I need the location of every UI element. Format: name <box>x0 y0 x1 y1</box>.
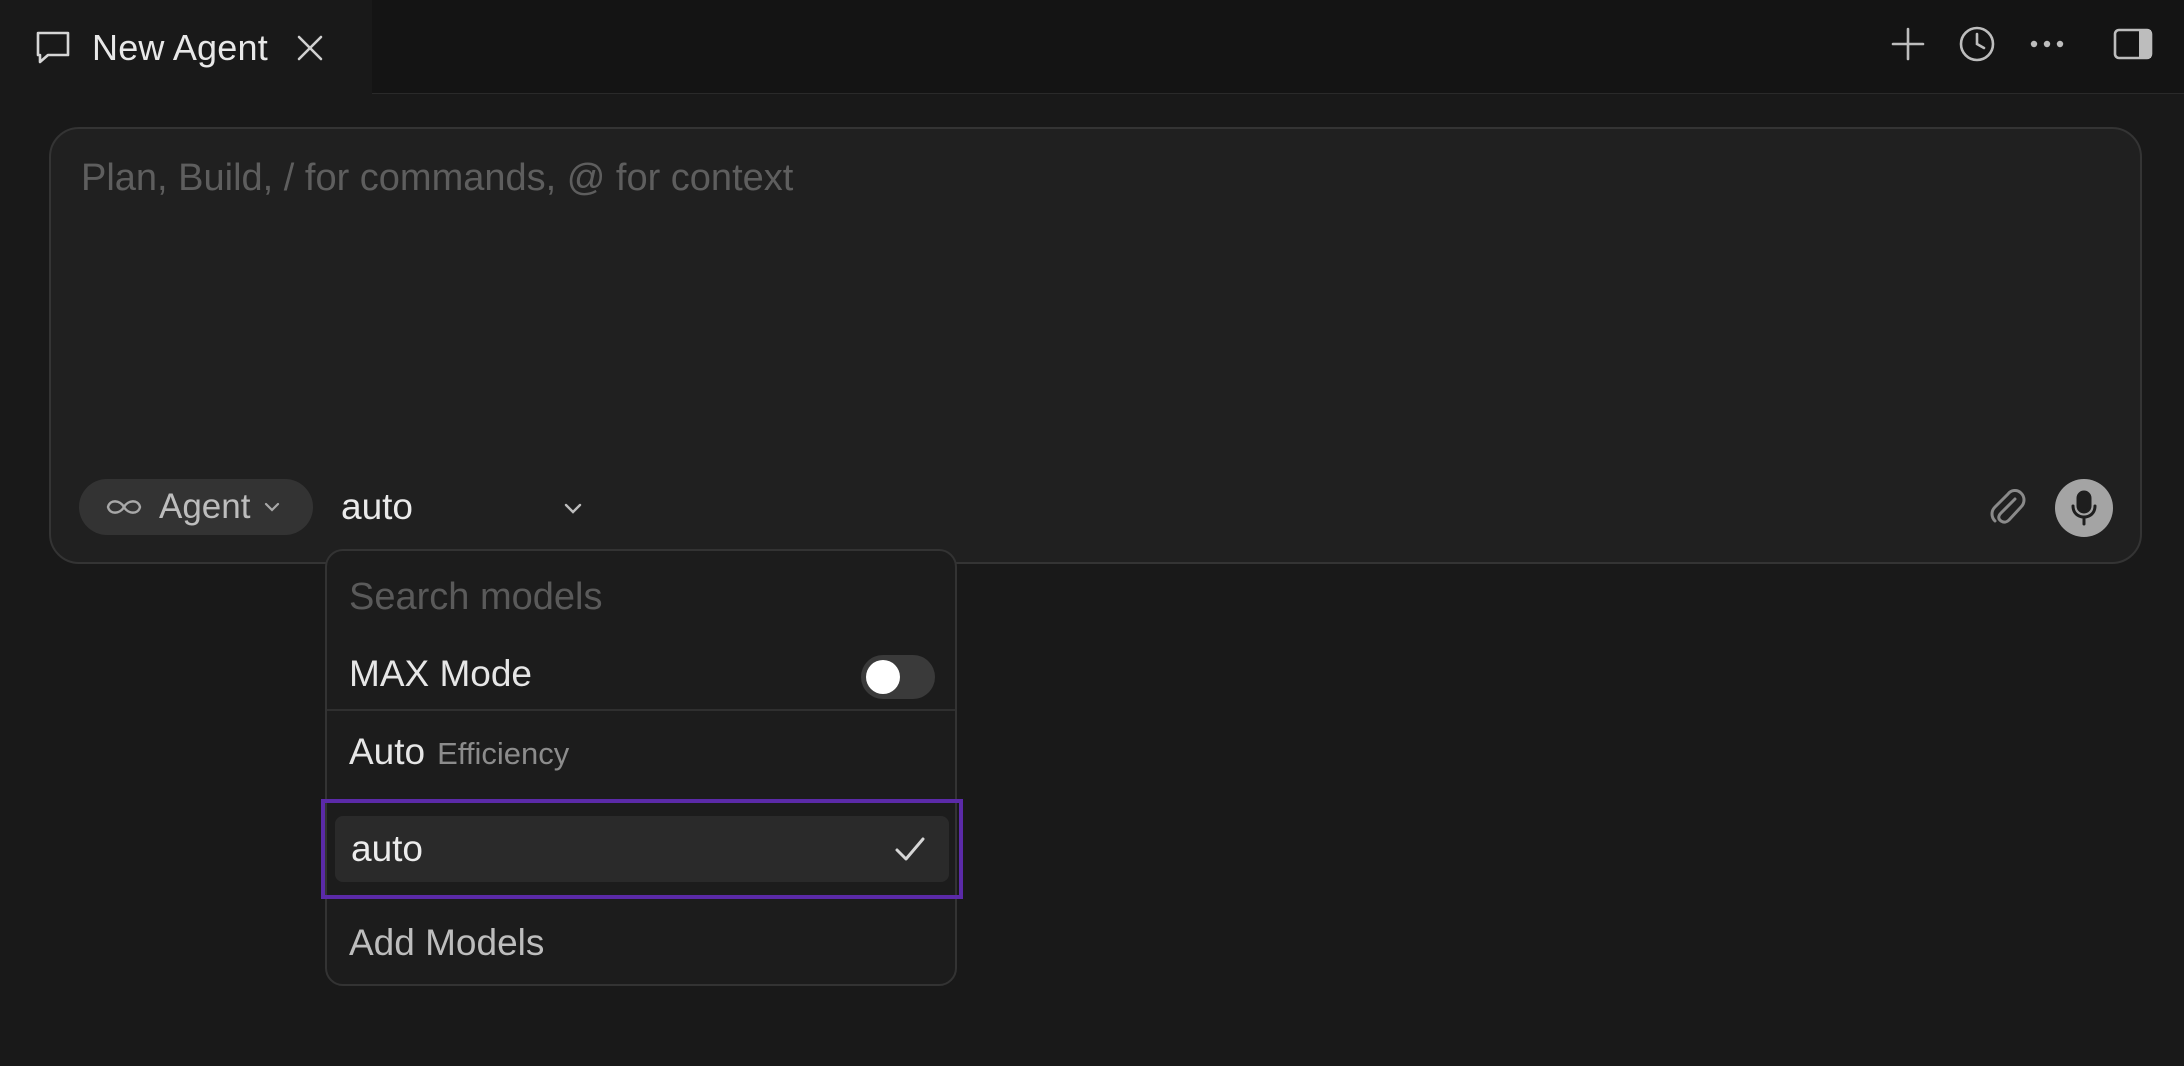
infinity-icon <box>103 495 145 519</box>
model-item-label: auto <box>351 828 424 869</box>
chat-bubble-icon <box>34 29 72 67</box>
microphone-icon <box>2069 490 2099 526</box>
composer: Agent auto <box>49 127 2142 564</box>
toggle-knob <box>866 660 900 694</box>
tab-title: New Agent <box>92 26 268 68</box>
section-subtitle: Efficiency <box>437 736 570 771</box>
sidebar-toggle-icon[interactable] <box>2113 24 2153 64</box>
history-icon[interactable] <box>1957 24 1997 64</box>
close-icon[interactable] <box>294 32 326 64</box>
chevron-down-icon <box>262 497 282 517</box>
max-mode-row: MAX Mode <box>327 641 955 707</box>
plus-icon[interactable] <box>1888 24 1928 64</box>
check-icon <box>893 834 927 864</box>
divider <box>327 709 955 711</box>
agent-mode-label: Agent <box>159 487 251 526</box>
chevron-down-icon <box>561 497 585 521</box>
prompt-input[interactable] <box>79 155 2109 435</box>
model-select-button[interactable]: auto <box>341 479 591 535</box>
auto-section-header: Auto Efficiency <box>349 731 569 787</box>
paperclip-icon[interactable] <box>1981 481 2033 533</box>
section-title: Auto <box>349 731 426 772</box>
add-models-button[interactable]: Add Models <box>349 915 544 971</box>
more-icon[interactable] <box>2027 24 2067 64</box>
microphone-button[interactable] <box>2055 479 2113 537</box>
tab-new-agent[interactable]: New Agent <box>0 0 372 95</box>
tab-bar: New Agent <box>0 0 2184 95</box>
agent-mode-button[interactable]: Agent <box>79 479 313 535</box>
model-select-label: auto <box>341 486 414 527</box>
model-item-auto[interactable]: auto <box>335 816 949 882</box>
model-dropdown: MAX Mode Auto Efficiency auto Add Models <box>321 549 963 986</box>
max-mode-label: MAX Mode <box>349 653 533 694</box>
search-models-input[interactable] <box>347 567 937 627</box>
max-mode-toggle[interactable] <box>861 655 935 699</box>
